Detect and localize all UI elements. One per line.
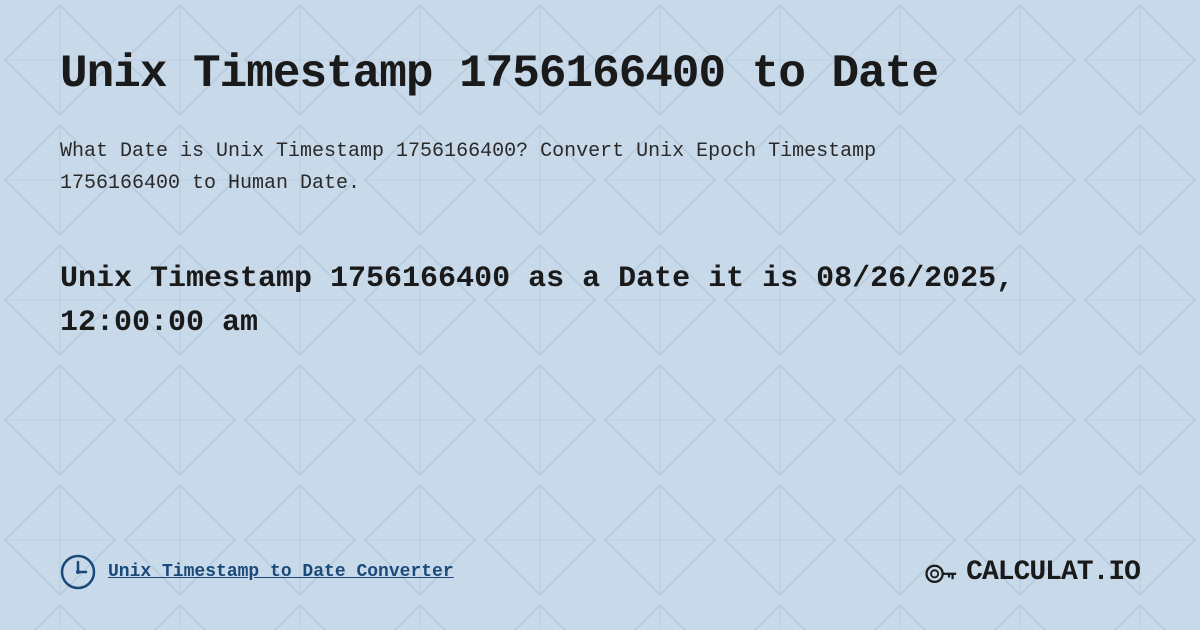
result-section: Unix Timestamp 1756166400 as a Date it i… xyxy=(60,258,1140,345)
result-text: Unix Timestamp 1756166400 as a Date it i… xyxy=(60,258,1140,345)
description-text: What Date is Unix Timestamp 1756166400? … xyxy=(60,136,960,200)
footer-link-text[interactable]: Unix Timestamp to Date Converter xyxy=(108,562,454,582)
logo-icon xyxy=(922,554,958,590)
clock-icon xyxy=(60,554,96,590)
footer: Unix Timestamp to Date Converter CALCULA… xyxy=(60,534,1140,590)
main-content: Unix Timestamp 1756166400 to Date What D… xyxy=(0,0,1200,630)
logo-section: CALCULAT.IO xyxy=(922,554,1140,590)
logo-text: CALCULAT.IO xyxy=(966,557,1140,588)
page-title: Unix Timestamp 1756166400 to Date xyxy=(60,48,1140,100)
main-section: Unix Timestamp 1756166400 to Date What D… xyxy=(60,48,1140,345)
footer-left[interactable]: Unix Timestamp to Date Converter xyxy=(60,554,454,590)
